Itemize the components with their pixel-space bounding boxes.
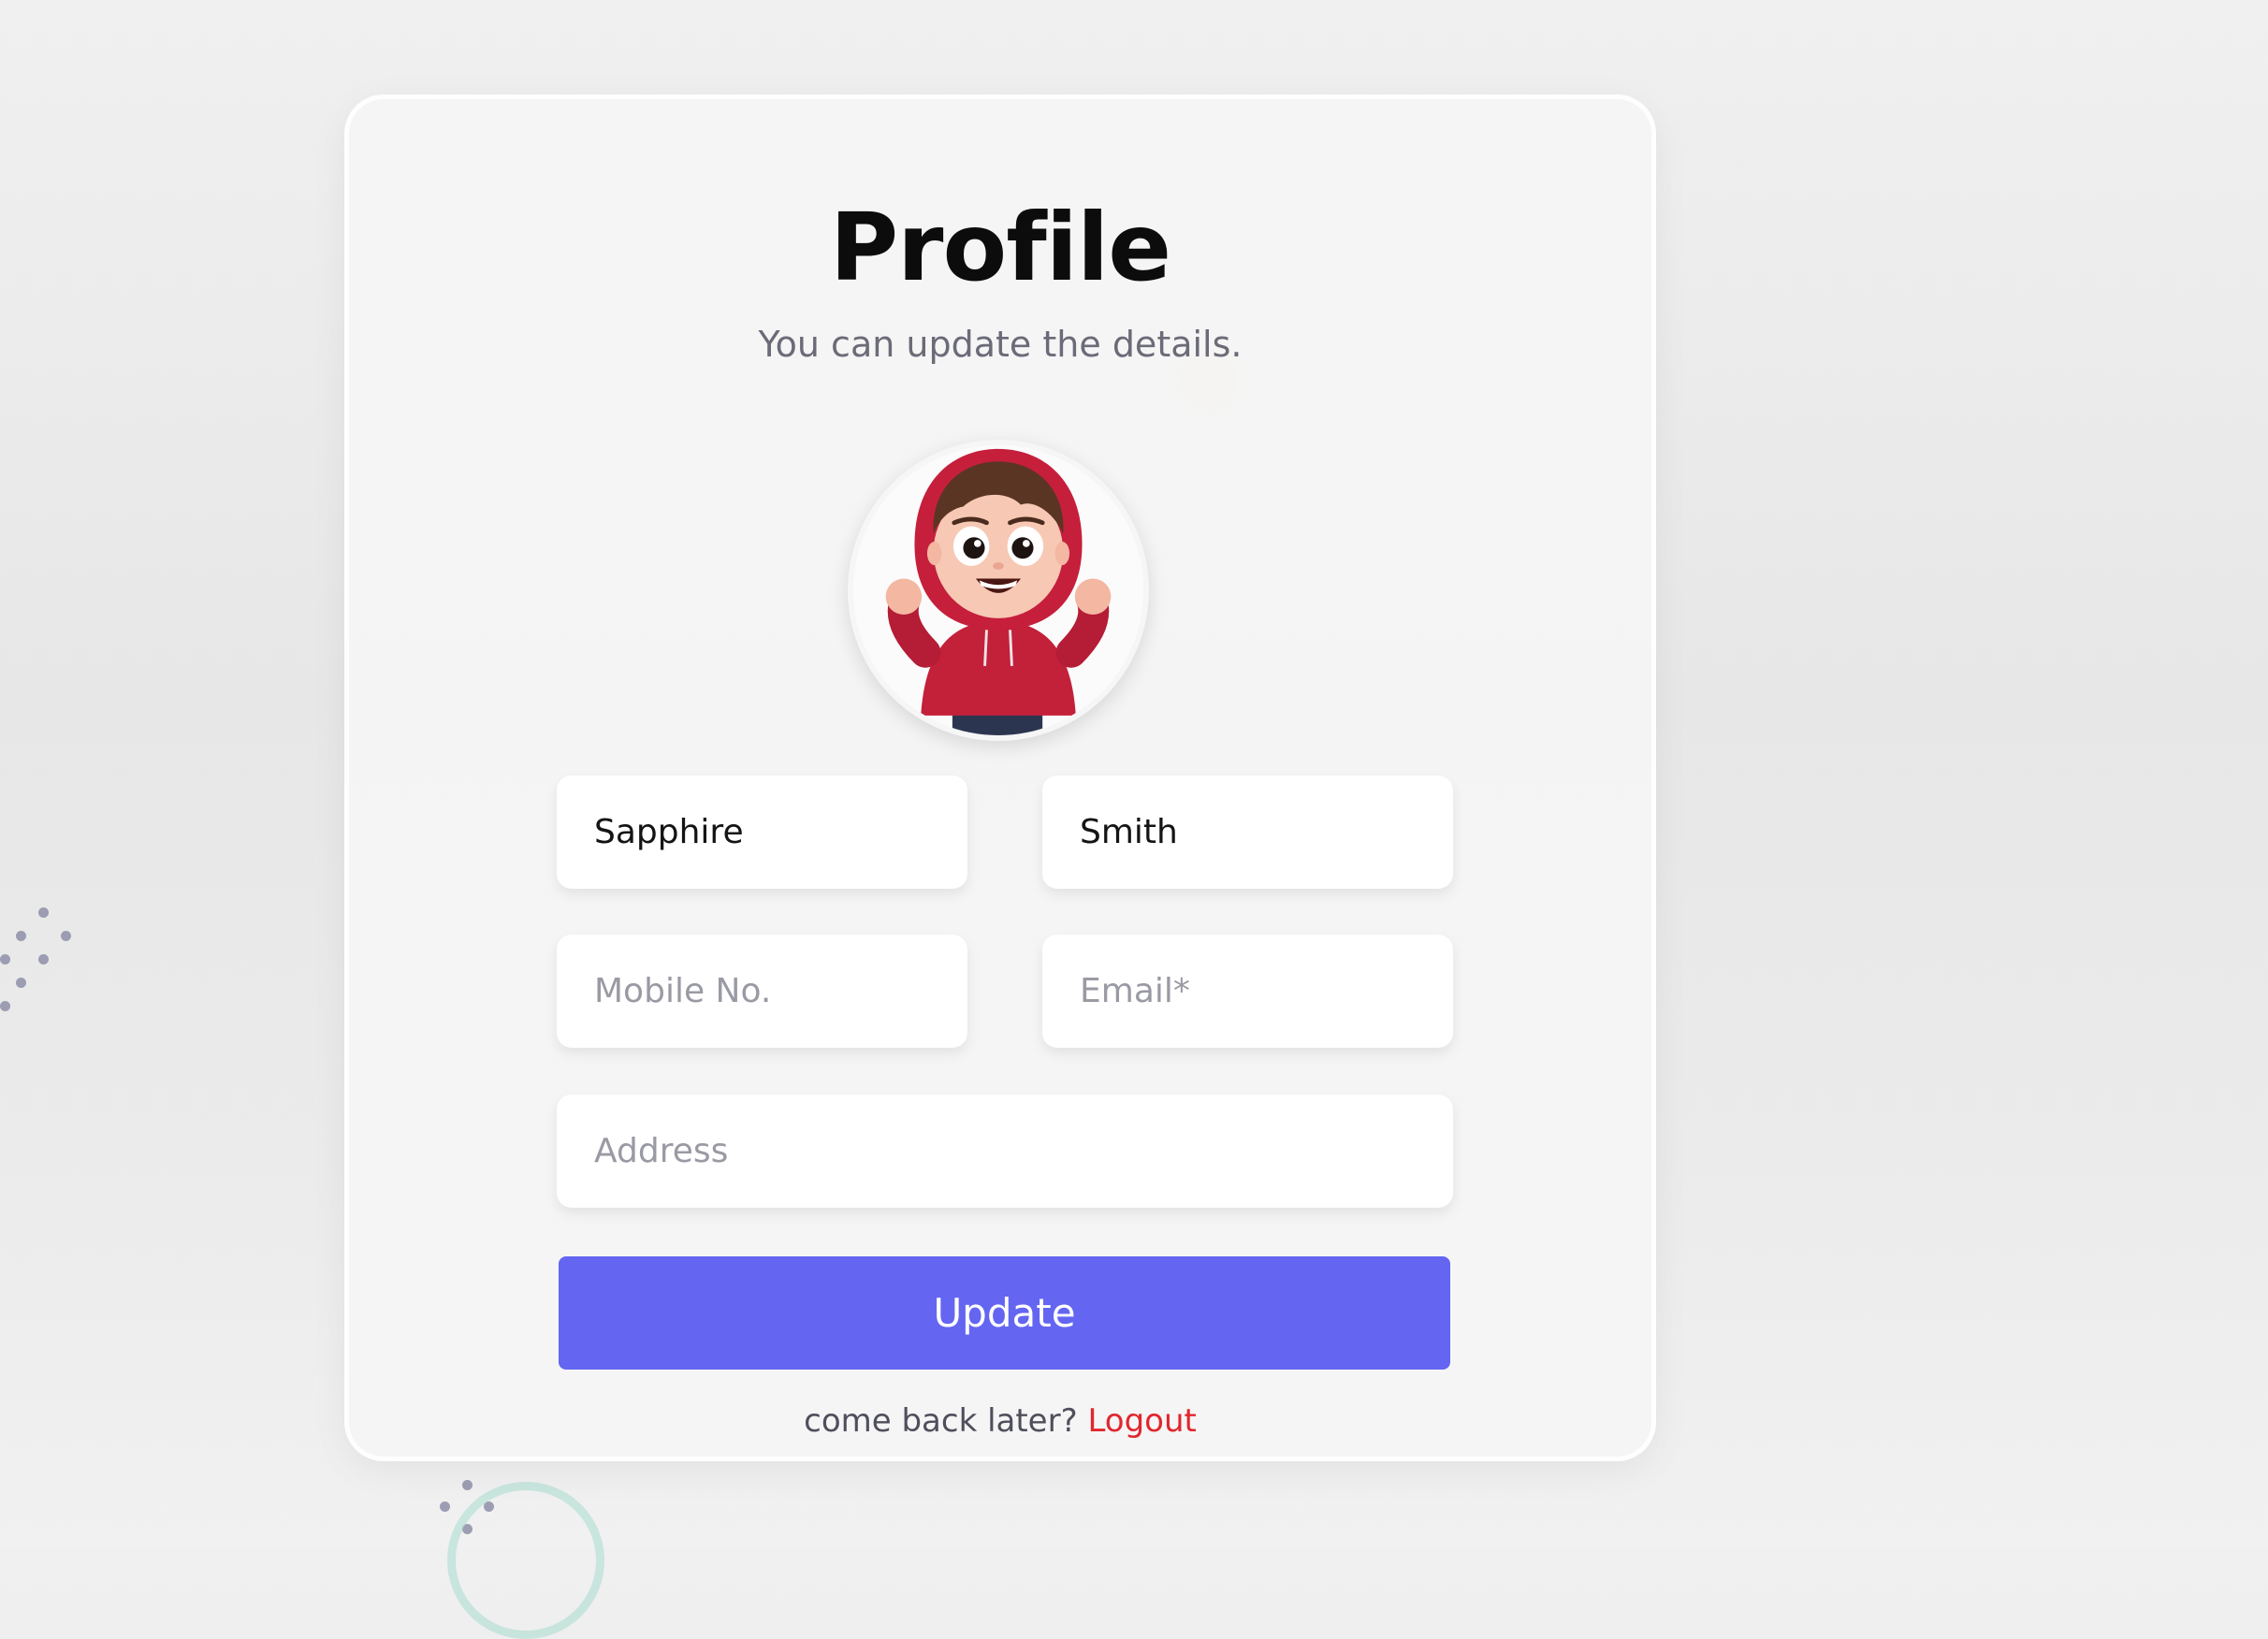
footer-prompt: come back later? Logout [349,1402,1651,1440]
profile-card: Profile You can update the details. Sapp… [344,94,1656,1461]
first-name-input[interactable] [557,776,967,889]
footer-text: come back later? [804,1402,1078,1440]
update-button[interactable]: Update [559,1256,1450,1370]
page-title: Profile [829,193,1171,302]
address-input[interactable] [557,1095,1453,1208]
logout-link[interactable]: Logout [1087,1402,1196,1440]
decor-ring-bottom [447,1482,604,1639]
avatar-cartoon-icon [853,445,1143,735]
avatar[interactable] [848,440,1149,741]
mobile-input[interactable] [557,935,967,1048]
last-name-input[interactable] [1042,776,1453,889]
page-subtitle: You can update the details. [758,324,1243,365]
decor-dots-left [0,907,84,1020]
email-input[interactable] [1042,935,1453,1048]
